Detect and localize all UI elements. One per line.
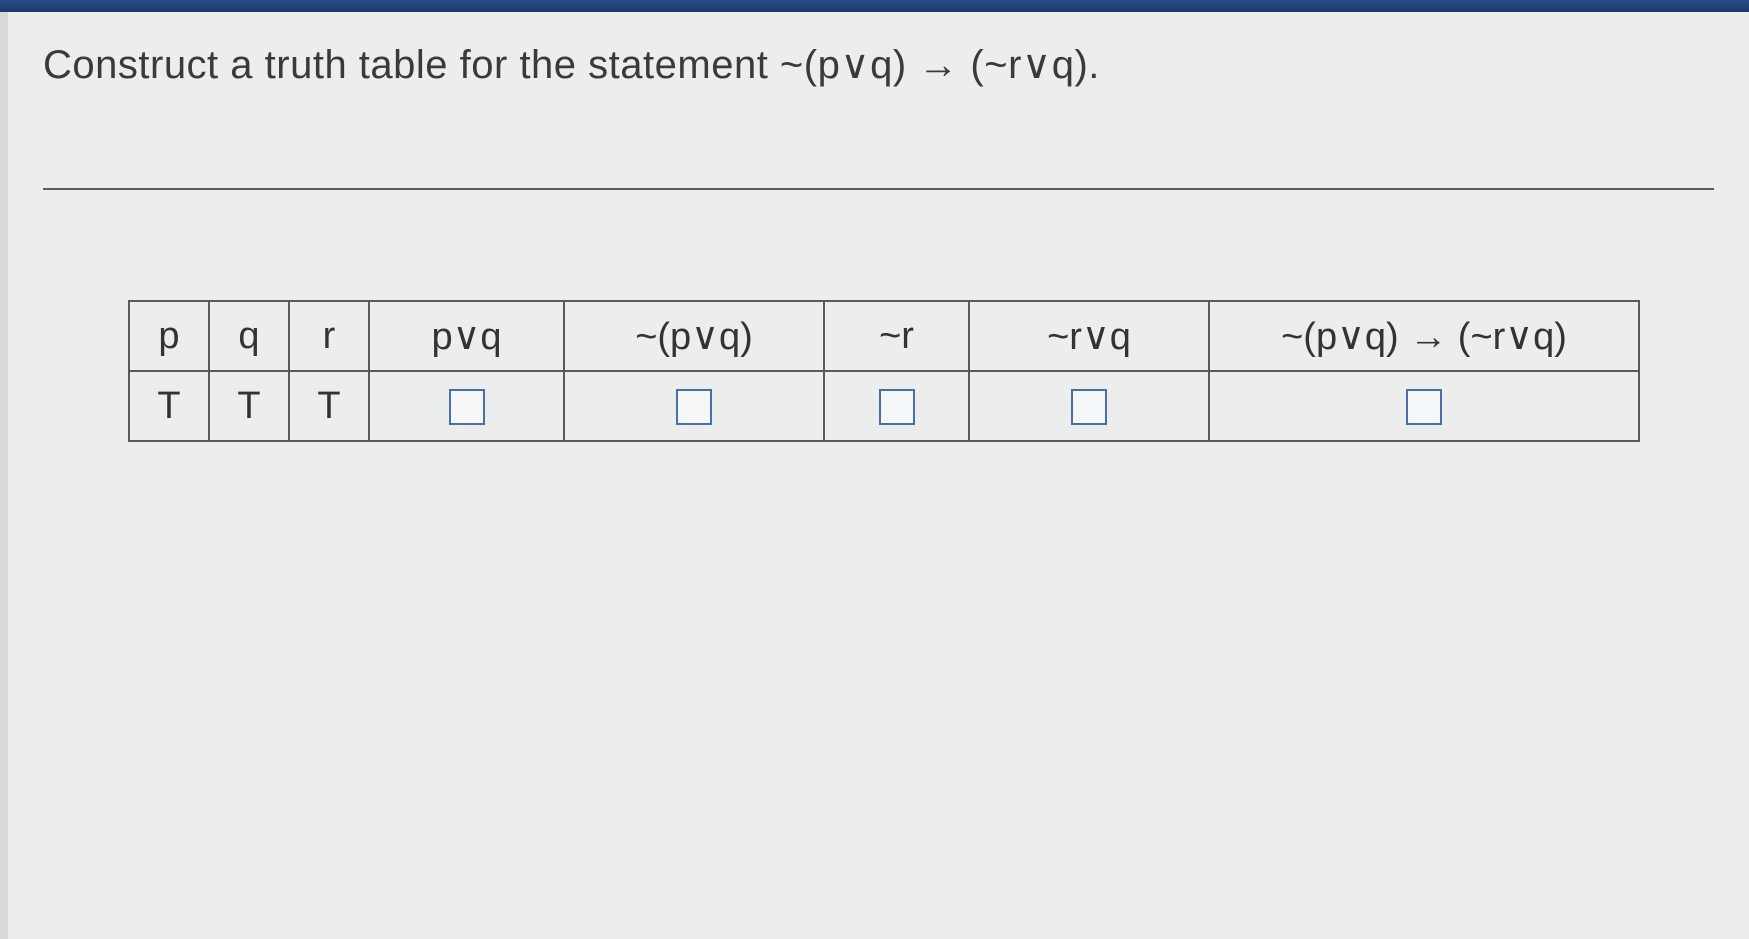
answer-input-notr-v-q[interactable] (1071, 389, 1107, 425)
answer-input-not-r[interactable] (879, 389, 915, 425)
cell-pvq (369, 371, 564, 441)
cell-r: T (289, 371, 369, 441)
cell-notr-v-q (969, 371, 1209, 441)
question-prompt: Construct a truth table for the statemen… (43, 42, 1714, 88)
question-panel: Construct a truth table for the statemen… (0, 12, 1749, 939)
truth-table-container: p q r p∨q ~(p∨q) ~r ~r∨q ~(p∨q) → (~r∨q)… (43, 300, 1714, 442)
cell-q: T (209, 371, 289, 441)
cell-not-pvq (564, 371, 824, 441)
col-header-p: p (129, 301, 209, 371)
col-header-notr-v-q: ~r∨q (969, 301, 1209, 371)
cell-p: T (129, 371, 209, 441)
truth-table: p q r p∨q ~(p∨q) ~r ~r∨q ~(p∨q) → (~r∨q)… (128, 300, 1640, 442)
cell-not-r (824, 371, 969, 441)
col-header-pvq: p∨q (369, 301, 564, 371)
section-divider (43, 188, 1714, 190)
col-header-not-pvq: ~(p∨q) (564, 301, 824, 371)
col-header-result: ~(p∨q) → (~r∨q) (1209, 301, 1639, 371)
window-top-bar (0, 0, 1749, 12)
answer-input-result[interactable] (1406, 389, 1442, 425)
answer-input-not-pvq[interactable] (676, 389, 712, 425)
col-header-r: r (289, 301, 369, 371)
table-row: T T T (129, 371, 1639, 441)
answer-input-pvq[interactable] (449, 389, 485, 425)
col-header-q: q (209, 301, 289, 371)
col-header-not-r: ~r (824, 301, 969, 371)
cell-result (1209, 371, 1639, 441)
table-header-row: p q r p∨q ~(p∨q) ~r ~r∨q ~(p∨q) → (~r∨q) (129, 301, 1639, 371)
